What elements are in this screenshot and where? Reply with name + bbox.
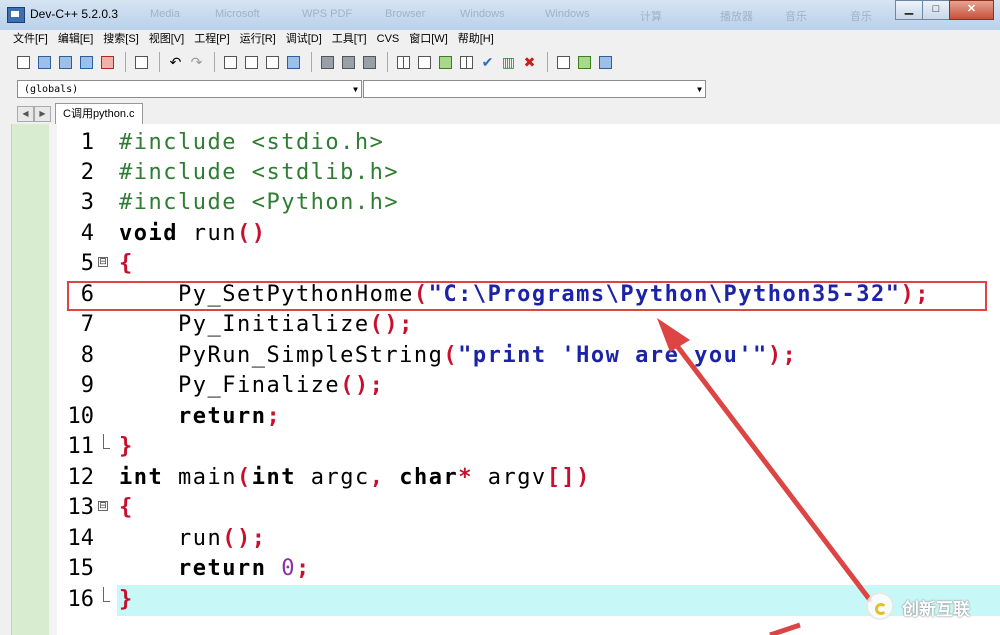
annotation-arrow bbox=[657, 318, 873, 635]
watermark-logo: 创新互联 bbox=[866, 590, 996, 622]
arrow-head bbox=[657, 318, 690, 352]
arrow-shaft bbox=[662, 327, 873, 603]
arrow-tail bbox=[769, 622, 801, 635]
watermark-text: 创新互联 bbox=[902, 600, 970, 620]
logo-icon bbox=[866, 592, 894, 620]
